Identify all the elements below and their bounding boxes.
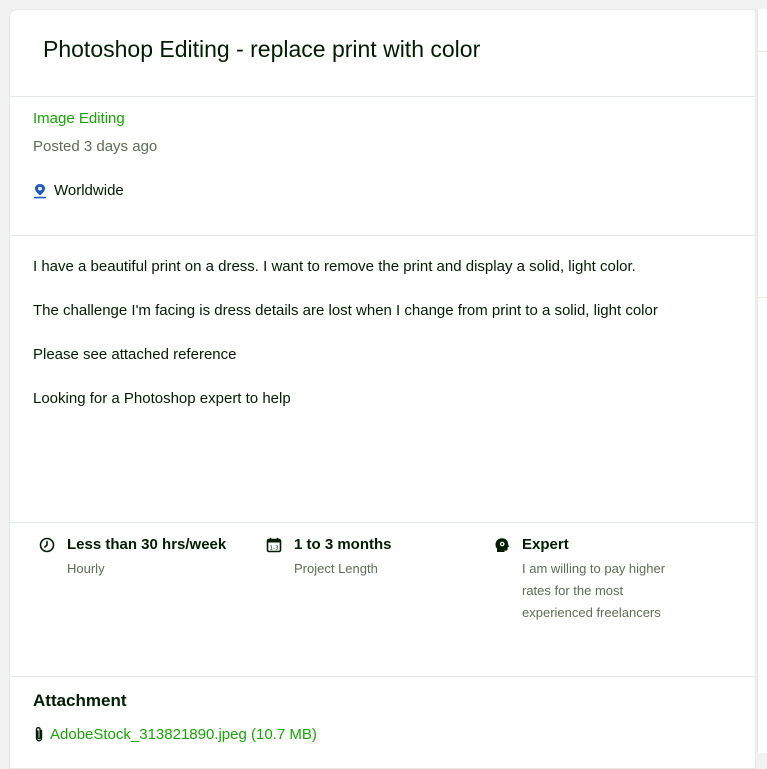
job-location: Worldwide <box>33 182 124 199</box>
feature-experience-line: I am willing to pay higher <box>522 561 666 576</box>
job-category-link[interactable]: Image Editing <box>33 110 125 127</box>
description-paragraph: Looking for a Photoshop expert to help <box>33 390 291 407</box>
paperclip-icon <box>33 726 45 743</box>
expert-head-icon <box>494 537 510 553</box>
location-pin-icon <box>33 183 47 199</box>
title-section: Photoshop Editing - replace print with c… <box>10 10 756 97</box>
calendar-icon: 1-3 <box>266 537 282 553</box>
description-paragraph: I have a beautiful print on a dress. I w… <box>33 258 636 275</box>
job-title: Photoshop Editing - replace print with c… <box>43 36 481 62</box>
feature-hours: Less than 30 hrs/week Hourly <box>39 536 226 580</box>
description-paragraph: The challenge I'm facing is dress detail… <box>33 302 658 319</box>
feature-duration: 1-3 1 to 3 months Project Length <box>266 536 392 580</box>
feature-experience-value: Expert <box>522 536 569 553</box>
svg-text:1-3: 1-3 <box>270 546 279 552</box>
feature-experience-line: rates for the most <box>522 583 624 598</box>
attachment-filename[interactable]: AdobeStock_313821890.jpeg (10.7 MB) <box>50 726 317 743</box>
sidebar-edge <box>757 9 767 753</box>
feature-hours-label: Hourly <box>67 561 105 576</box>
description-paragraph: Please see attached reference <box>33 346 237 363</box>
location-text: Worldwide <box>54 182 124 199</box>
posted-time: Posted 3 days ago <box>33 138 158 155</box>
clock-icon <box>39 537 55 553</box>
feature-experience-line: experienced freelancers <box>522 605 661 620</box>
feature-hours-value: Less than 30 hrs/week <box>67 536 227 553</box>
attachment-heading: Attachment <box>33 691 127 710</box>
feature-experience: Expert I am willing to pay higher rates … <box>494 536 665 624</box>
feature-duration-label: Project Length <box>294 561 378 576</box>
feature-duration-value: 1 to 3 months <box>294 536 392 553</box>
attachment-link[interactable]: AdobeStock_313821890.jpeg (10.7 MB) <box>33 726 317 743</box>
description-section <box>10 236 756 523</box>
feature-experience-description: I am willing to pay higher rates for the… <box>522 558 665 624</box>
